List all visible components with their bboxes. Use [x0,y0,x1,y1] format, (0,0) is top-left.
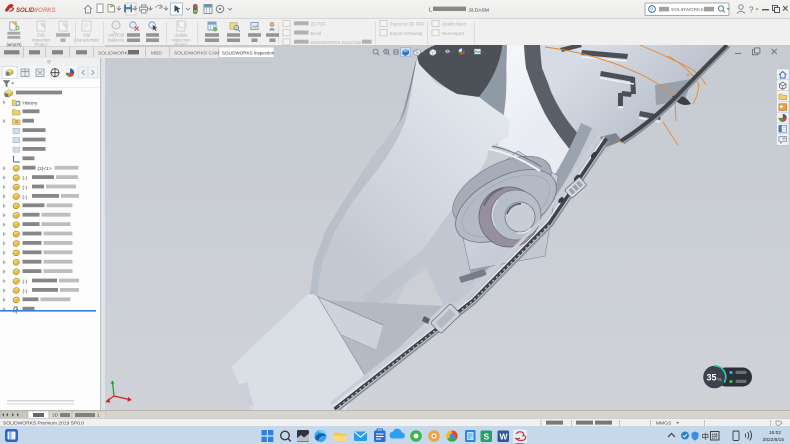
svg-text:History: History [23,100,39,106]
svg-text:SOLIDWORKS CAM: SOLIDWORKS CAM [174,50,219,56]
svg-text:35: 35 [707,373,717,383]
svg-text:WORKS: WORKS [33,8,56,14]
svg-text:(-): (-) [23,194,28,200]
svg-text:Export to 3D PDF: Export to 3D PDF [390,22,425,27]
svg-text:Net-Inspect: Net-Inspect [442,31,465,36]
svg-text:中: 中 [702,431,710,441]
svg-text:2022/8/15: 2022/8/15 [763,437,785,443]
svg-text:Balloons: Balloons [108,38,124,43]
svg-text:S: S [484,431,490,441]
svg-text:W: W [500,431,509,441]
svg-text:Export eDrawing: Export eDrawing [390,31,423,36]
svg-text:拼: 拼 [712,432,718,440]
svg-text:(-): (-) [23,279,28,285]
svg-text:SOLIDWORKS Inspection: SOLIDWORKS Inspection [222,50,274,55]
svg-text:(-): (-) [23,288,28,294]
svg-text:SOLIDWORKS: SOLIDWORKS [671,7,704,13]
svg-text:QualityXpert: QualityXpert [442,22,467,27]
svg-text:?: ? [749,6,754,15]
svg-text:Characteristic: Characteristic [74,38,100,43]
svg-text:Excel: Excel [311,31,322,36]
svg-text:L: L [429,8,432,14]
svg-text:.SLDASM: .SLDASM [468,7,489,13]
svg-text:?: ? [650,7,653,13]
svg-text:%: % [718,377,722,382]
svg-text:SOLIDWORKS: SOLIDWORKS [98,50,132,56]
svg-text:16:02: 16:02 [769,430,781,436]
svg-text:(-): (-) [23,185,28,191]
svg-text:MBD: MBD [151,50,162,56]
svg-text:(-): (-) [23,175,28,181]
svg-text:(2)<1>: (2)<1> [38,166,52,172]
svg-text:2D PDF: 2D PDF [311,22,327,27]
